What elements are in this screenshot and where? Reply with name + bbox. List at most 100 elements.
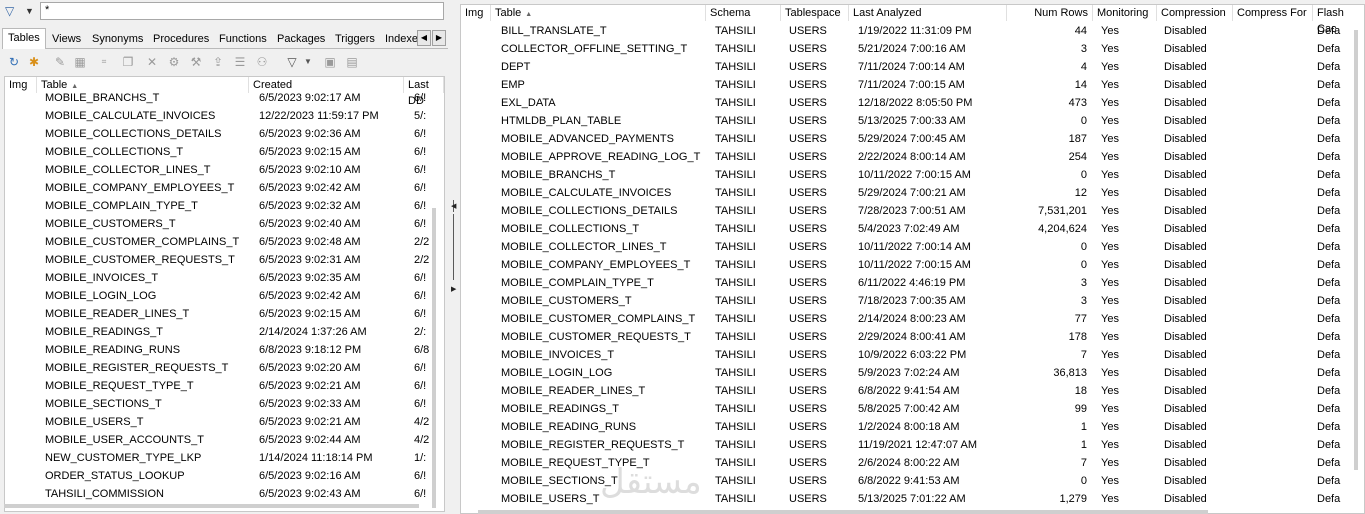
table-row[interactable]: MOBILE_ADVANCED_PAYMENTS TAHSILI USERS 5/29… (461, 130, 1351, 148)
rebuild-icon[interactable]: ⚙ (166, 54, 182, 70)
create-table-icon[interactable]: ✱ (26, 54, 42, 70)
table-row[interactable]: MOBILE_CUSTOMER_REQUESTS_T TAHSILI USERS 2/… (461, 328, 1351, 346)
column-header-monitoring[interactable]: Monitoring (1093, 5, 1157, 21)
right-vertical-scrollbar[interactable] (1354, 30, 1358, 470)
table-row[interactable]: MOBILE_BRANCHS_T 6/5/2023 9:02:17 AM 6/! (5, 89, 435, 107)
table-row[interactable]: MOBILE_CUSTOMER_COMPLAINS_T 6/5/2023 9:02… (5, 233, 435, 251)
table-row[interactable]: MOBILE_COMPANY_EMPLOYEES_T TAHSILI USERS 10… (461, 256, 1351, 274)
left-horizontal-scrollbar[interactable] (4, 504, 419, 508)
schema-icon[interactable]: ⚇ (254, 54, 270, 70)
collapse-left-icon[interactable]: ◀ (451, 201, 457, 213)
column-header-compression[interactable]: Compression (1157, 5, 1233, 21)
table-row[interactable]: MOBILE_USER_ACCOUNTS_T 6/5/2023 9:02:44 A… (5, 431, 435, 449)
table-row[interactable]: DEPT TAHSILI USERS 7/11/2024 7:00:14 AM 4 Yes… (461, 58, 1351, 76)
tab-synonyms[interactable]: Synonyms (87, 30, 148, 48)
compile-icon[interactable]: ⚒ (188, 54, 204, 70)
table-row[interactable]: MOBILE_READING_RUNS 6/8/2023 9:18:12 PM 6/… (5, 341, 435, 359)
table-row[interactable]: MOBILE_COLLECTIONS_T 6/5/2023 9:02:15 AM 6… (5, 143, 435, 161)
tabs-scroll-left-icon[interactable]: ◀ (417, 30, 431, 46)
column-header-compress-for[interactable]: Compress For (1233, 5, 1313, 21)
column-header-tablespace[interactable]: Tablespace (781, 5, 849, 21)
table-row[interactable]: MOBILE_COMPLAIN_TYPE_T 6/5/2023 9:02:32 A… (5, 197, 435, 215)
table-row[interactable]: EXL_DATA TAHSILI USERS 12/18/2022 8:05:50 P… (461, 94, 1351, 112)
table-row[interactable]: MOBILE_LOGIN_LOG TAHSILI USERS 5/9/2023 7:0… (461, 364, 1351, 382)
export-icon[interactable]: ⇪ (210, 54, 226, 70)
column-header-schema[interactable]: Schema (706, 5, 781, 21)
properties-icon[interactable]: ▤ (344, 54, 360, 70)
view-data-icon[interactable]: ▦ (72, 54, 88, 70)
table-row[interactable]: MOBILE_CALCULATE_INVOICES 12/22/2023 11:5… (5, 107, 435, 125)
table-row[interactable]: MOBILE_COLLECTOR_LINES_T 6/5/2023 9:02:10… (5, 161, 435, 179)
tablespace-cell: USERS (789, 223, 827, 235)
tabs-scroll-right-icon[interactable]: ▶ (432, 30, 446, 46)
tab-functions[interactable]: Functions (214, 30, 272, 48)
column-header-table[interactable]: Table ▲ (491, 5, 706, 21)
table-row[interactable]: MOBILE_CALCULATE_INVOICES TAHSILI USERS 5/2… (461, 184, 1351, 202)
column-header-flash-cache[interactable]: Flash Cac (1313, 5, 1364, 35)
table-row[interactable]: MOBILE_READINGS_T TAHSILI USERS 5/8/2025 7:… (461, 400, 1351, 418)
script-icon[interactable]: ☰ (232, 54, 248, 70)
tab-tables[interactable]: Tables (2, 28, 46, 49)
panel-splitter[interactable]: ◀ ▶ (448, 0, 460, 514)
table-row[interactable]: MOBILE_LOGIN_LOG 6/5/2023 9:02:42 AM 6/! (5, 287, 435, 305)
table-row[interactable]: MOBILE_COLLECTIONS_DETAILS TAHSILI USERS 7/… (461, 202, 1351, 220)
compression-cell: Disabled (1164, 403, 1207, 415)
table-row[interactable]: MOBILE_CUSTOMERS_T TAHSILI USERS 7/18/2023 … (461, 292, 1351, 310)
table-row[interactable]: MOBILE_REQUEST_TYPE_T TAHSILI USERS 2/6/202… (461, 454, 1351, 472)
table-row[interactable]: MOBILE_INVOICES_T 6/5/2023 9:02:35 AM 6/! (5, 269, 435, 287)
select-all-icon[interactable]: ▣ (322, 54, 338, 70)
table-row[interactable]: HTMLDB_PLAN_TABLE TAHSILI USERS 5/13/2025 7… (461, 112, 1351, 130)
table-row[interactable]: MOBILE_COLLECTIONS_T TAHSILI USERS 5/4/2023… (461, 220, 1351, 238)
tab-triggers[interactable]: Triggers (330, 30, 380, 48)
left-vertical-scrollbar[interactable] (432, 208, 436, 508)
filter-input[interactable]: * (40, 2, 444, 20)
table-row[interactable]: MOBILE_REGISTER_REQUESTS_T 6/5/2023 9:02:… (5, 359, 435, 377)
column-header-num-rows[interactable]: Num Rows (1007, 5, 1093, 21)
table-row[interactable]: MOBILE_READING_RUNS TAHSILI USERS 1/2/2024 … (461, 418, 1351, 436)
filter-icon[interactable]: ▽ (5, 4, 19, 18)
filter-options-arrow-icon[interactable]: ▼ (300, 54, 316, 70)
filter-objects-icon[interactable]: ▽ (284, 54, 300, 70)
table-row[interactable]: MOBILE_COLLECTOR_LINES_T TAHSILI USERS 10/1… (461, 238, 1351, 256)
schema-cell: TAHSILI (715, 313, 756, 325)
table-row[interactable]: MOBILE_COMPANY_EMPLOYEES_T 6/5/2023 9:02:… (5, 179, 435, 197)
column-header-img[interactable]: Img (461, 5, 491, 21)
drop-icon[interactable]: ✕ (144, 54, 160, 70)
table-row[interactable]: MOBILE_APPROVE_READING_LOG_T TAHSILI USERS… (461, 148, 1351, 166)
table-row[interactable]: MOBILE_REGISTER_REQUESTS_T TAHSILI USERS 11… (461, 436, 1351, 454)
tab-procedures[interactable]: Procedures (148, 30, 214, 48)
tab-views[interactable]: Views (47, 30, 86, 48)
sql-icon[interactable]: ⌗ (96, 54, 112, 70)
schema-cell: TAHSILI (715, 277, 756, 289)
table-row[interactable]: MOBILE_CUSTOMERS_T 6/5/2023 9:02:40 AM 6/! (5, 215, 435, 233)
table-row[interactable]: MOBILE_COMPLAIN_TYPE_T TAHSILI USERS 6/11/2… (461, 274, 1351, 292)
table-row[interactable]: MOBILE_SECTIONS_T 6/5/2023 9:02:33 AM 6/! (5, 395, 435, 413)
table-row[interactable]: MOBILE_INVOICES_T TAHSILI USERS 10/9/2022 6… (461, 346, 1351, 364)
table-row[interactable]: MOBILE_USERS_T 6/5/2023 9:02:21 AM 4/2 (5, 413, 435, 431)
table-row[interactable]: MOBILE_CUSTOMER_REQUESTS_T 6/5/2023 9:02:… (5, 251, 435, 269)
table-row[interactable]: MOBILE_USERS_T TAHSILI USERS 5/13/2025 7:01… (461, 490, 1351, 508)
table-row[interactable]: NEW_CUSTOMER_TYPE_LKP 1/14/2024 11:18:14 … (5, 449, 435, 467)
table-row[interactable]: BILL_TRANSLATE_T TAHSILI USERS 1/19/2022 11… (461, 22, 1351, 40)
table-row[interactable]: ORDER_STATUS_LOOKUP 6/5/2023 9:02:16 AM 6/… (5, 467, 435, 485)
table-row[interactable]: MOBILE_COLLECTIONS_DETAILS 6/5/2023 9:02:… (5, 125, 435, 143)
monitoring-cell: Yes (1101, 223, 1119, 235)
table-row[interactable]: MOBILE_READINGS_T 2/14/2024 1:37:26 AM 2/: (5, 323, 435, 341)
refresh-icon[interactable]: ↻ (6, 54, 22, 70)
column-header-last-analyzed[interactable]: Last Analyzed (849, 5, 1007, 21)
table-row[interactable]: TAHSILI_COMMISSION 6/5/2023 9:02:43 AM 6/! (5, 485, 435, 503)
filter-dropdown-arrow-icon[interactable]: ▼ (25, 4, 34, 18)
table-row[interactable]: MOBILE_BRANCHS_T TAHSILI USERS 10/11/2022 7… (461, 166, 1351, 184)
edit-icon[interactable]: ✎ (52, 54, 68, 70)
table-row[interactable]: MOBILE_READER_LINES_T TAHSILI USERS 6/8/202… (461, 382, 1351, 400)
table-row[interactable]: MOBILE_CUSTOMER_COMPLAINS_T TAHSILI USERS 2… (461, 310, 1351, 328)
table-row[interactable]: MOBILE_READER_LINES_T 6/5/2023 9:02:15 AM… (5, 305, 435, 323)
table-row[interactable]: MOBILE_REQUEST_TYPE_T 6/5/2023 9:02:21 AM… (5, 377, 435, 395)
copy-icon[interactable]: ❐ (120, 54, 136, 70)
table-row[interactable]: MOBILE_SECTIONS_T TAHSILI USERS 6/8/2022 9:… (461, 472, 1351, 490)
tab-packages[interactable]: Packages (272, 30, 330, 48)
right-horizontal-scrollbar[interactable] (478, 510, 1208, 514)
expand-right-icon[interactable]: ▶ (451, 284, 457, 296)
table-row[interactable]: COLLECTOR_OFFLINE_SETTING_T TAHSILI USERS 5… (461, 40, 1351, 58)
table-row[interactable]: EMP TAHSILI USERS 7/11/2024 7:00:15 AM 14 Yes… (461, 76, 1351, 94)
